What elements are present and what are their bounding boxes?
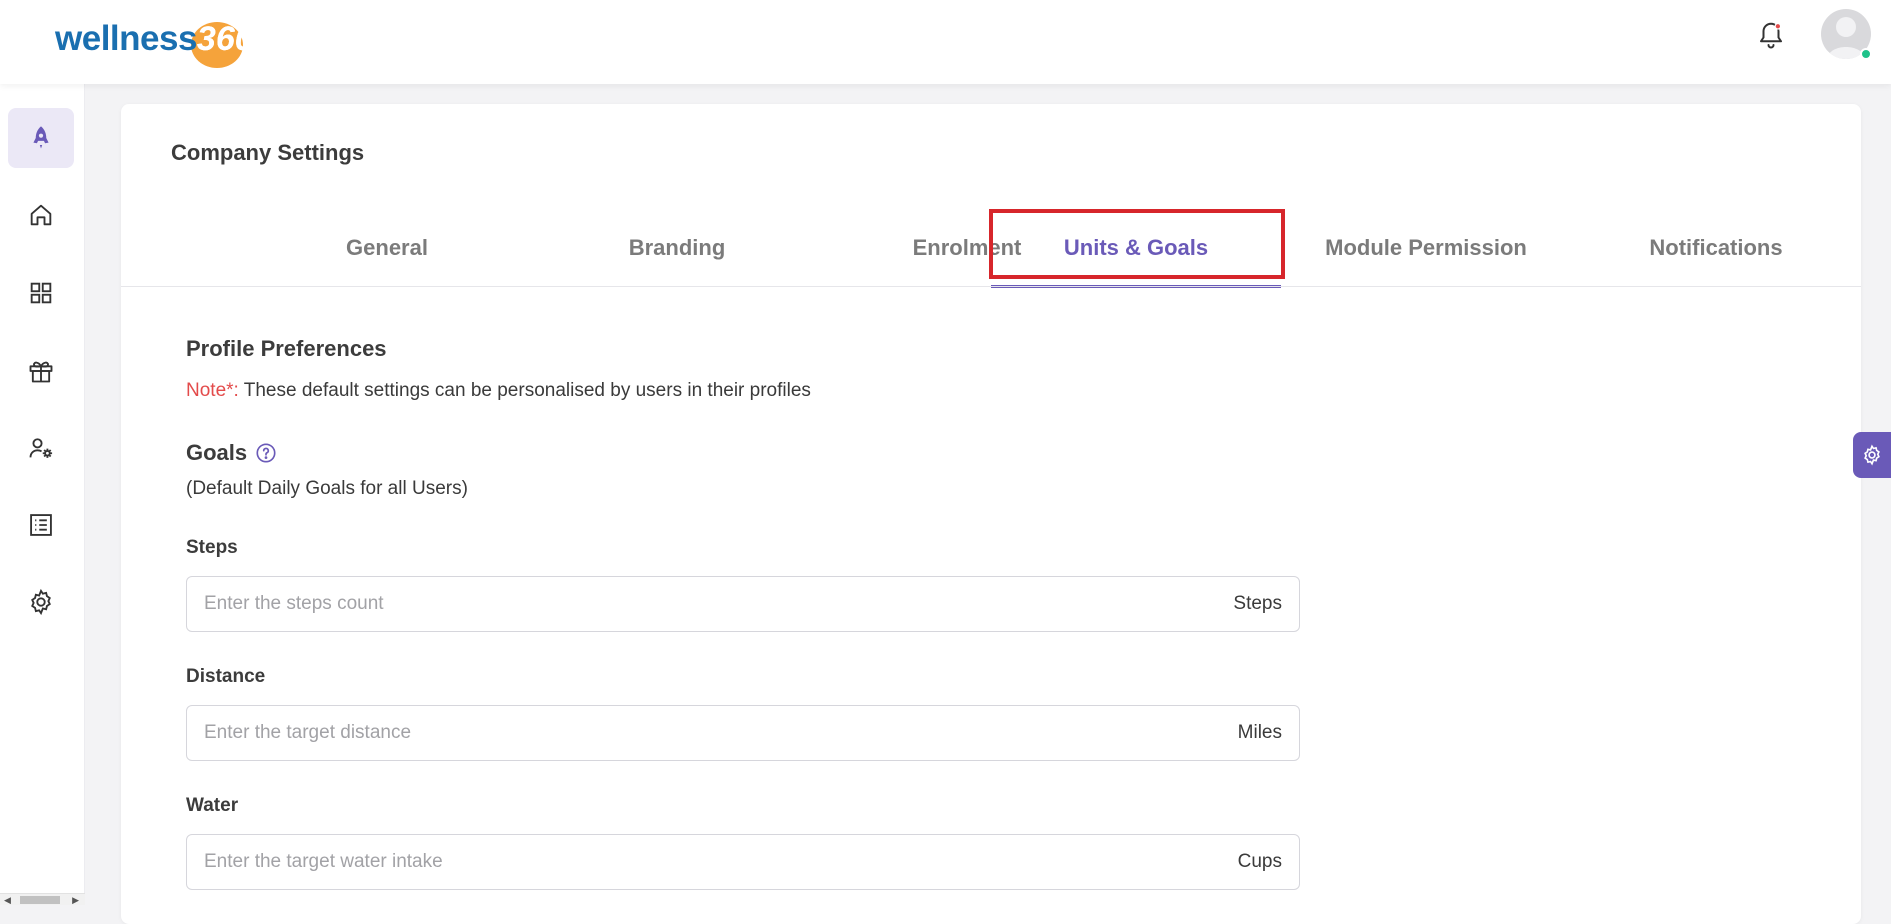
note-text: These default settings can be personalis… [238,380,811,401]
scroll-left-arrow-icon[interactable]: ◀ [4,894,11,906]
distance-unit: Miles [1237,722,1282,743]
top-bar: wellness 360 [0,0,1891,84]
sidebar-item-user-management[interactable] [8,418,74,478]
dashboard-grid-icon [30,282,52,304]
user-settings-icon [29,438,53,458]
gear-icon [1864,444,1880,466]
gear-icon [31,588,51,616]
page-title: Company Settings [171,140,365,165]
horizontal-scrollbar[interactable]: ◀ ▶ [0,893,85,905]
note-prefix: Note*: [186,380,239,401]
water-unit: Cups [1237,851,1282,872]
water-label: Water [186,795,239,816]
list-icon [30,514,52,536]
sidebar-item-rewards[interactable] [8,341,74,401]
goals-heading: Goals [186,440,248,465]
tab-branding[interactable]: Branding [532,210,822,286]
water-input[interactable] [204,851,1238,873]
tab-general[interactable]: General [242,210,532,286]
distance-input[interactable] [204,722,1238,744]
online-status-dot [1860,48,1872,60]
tab-module-permission[interactable]: Module Permission [1281,210,1571,286]
tab-notifications[interactable]: Notifications [1571,210,1861,286]
logo-number: 360 [190,20,254,68]
floating-settings-button[interactable] [1853,432,1891,478]
steps-field: Steps [186,576,1300,632]
steps-input[interactable] [204,593,1234,615]
sidebar-item-dashboard[interactable] [8,263,74,323]
sidebar-item-rocket[interactable] [8,108,74,168]
help-question-icon[interactable] [255,442,277,464]
sidebar-item-reports[interactable] [8,495,74,555]
water-field: Cups [186,834,1300,890]
steps-unit: Steps [1233,593,1282,614]
tabs-divider [121,286,1861,287]
company-settings-card: Company Settings General Branding Enrolm… [121,104,1861,924]
distance-field: Miles [186,705,1300,761]
wellness360-logo[interactable]: wellness 360 [55,14,254,68]
goals-heading-row: Goals [186,440,277,466]
steps-label: Steps [186,537,238,558]
distance-label: Distance [186,666,266,687]
profile-note: Note*: These default settings can be per… [186,380,811,402]
goals-subtitle: (Default Daily Goals for all Users) [186,478,468,499]
tab-units-goals[interactable]: Units & Goals [991,210,1281,288]
rocket-icon [33,126,49,149]
notification-bell-icon[interactable] [1756,20,1786,50]
sidebar-nav: ◀ ▶ [0,84,85,905]
profile-preferences-heading: Profile Preferences [186,336,387,361]
sidebar-item-settings[interactable] [8,572,74,632]
scrollbar-thumb[interactable] [20,896,60,904]
scroll-right-arrow-icon[interactable]: ▶ [72,894,79,906]
home-icon [30,204,52,226]
sidebar-item-home[interactable] [8,185,74,245]
logo-text: wellness [55,19,197,58]
gift-icon [29,361,53,383]
